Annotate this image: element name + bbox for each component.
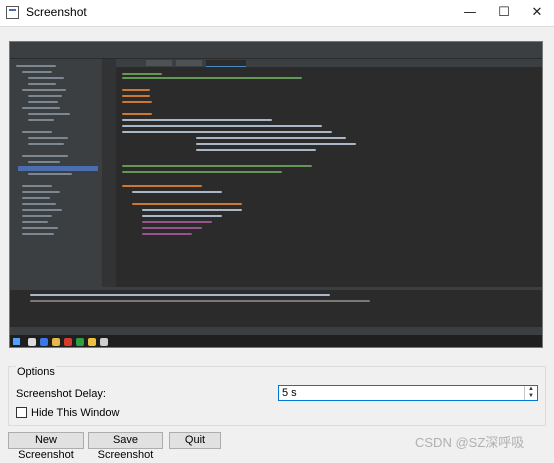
- screenshot-delay-spinbox[interactable]: 5 s ▲ ▼: [278, 385, 538, 401]
- screenshot-preview: [9, 41, 543, 348]
- preview-ide-gutter: [102, 59, 116, 287]
- preview-ide-statusbar: [10, 327, 542, 335]
- preview-ide-tabs: [116, 59, 542, 67]
- spin-buttons: ▲ ▼: [524, 386, 537, 400]
- maximize-button[interactable]: ☐: [487, 0, 521, 26]
- new-screenshot-button[interactable]: New Screenshot: [8, 432, 84, 461]
- preview-ide-menubar: [10, 42, 542, 50]
- spin-up-arrow-icon[interactable]: ▲: [525, 386, 537, 393]
- hide-window-label[interactable]: Hide This Window: [31, 407, 119, 419]
- preview-taskbar: [10, 335, 542, 347]
- minimize-button[interactable]: —: [453, 0, 487, 26]
- hide-window-checkbox[interactable]: [16, 407, 27, 418]
- options-group-title: Options: [16, 366, 56, 378]
- spin-down-arrow-icon[interactable]: ▼: [525, 393, 537, 400]
- preview-ide-navbar: [10, 50, 542, 59]
- quit-button[interactable]: Quit: [169, 432, 221, 449]
- close-button[interactable]: ✕: [520, 0, 554, 26]
- window-title: Screenshot: [26, 5, 87, 19]
- csdn-watermark: CSDN @SZ深呼吸: [415, 435, 525, 450]
- save-screenshot-button[interactable]: Save Screenshot: [88, 432, 163, 461]
- screenshot-delay-label: Screenshot Delay:: [16, 388, 106, 400]
- preview-ide-run-console: [10, 287, 542, 327]
- screenshot-delay-value[interactable]: 5 s: [282, 387, 297, 399]
- screenshot-app-icon: [6, 6, 19, 19]
- title-bar: Screenshot — ☐ ✕: [0, 0, 554, 27]
- preview-ide-project-panel: [10, 59, 102, 287]
- preview-ide-editor: [116, 67, 542, 287]
